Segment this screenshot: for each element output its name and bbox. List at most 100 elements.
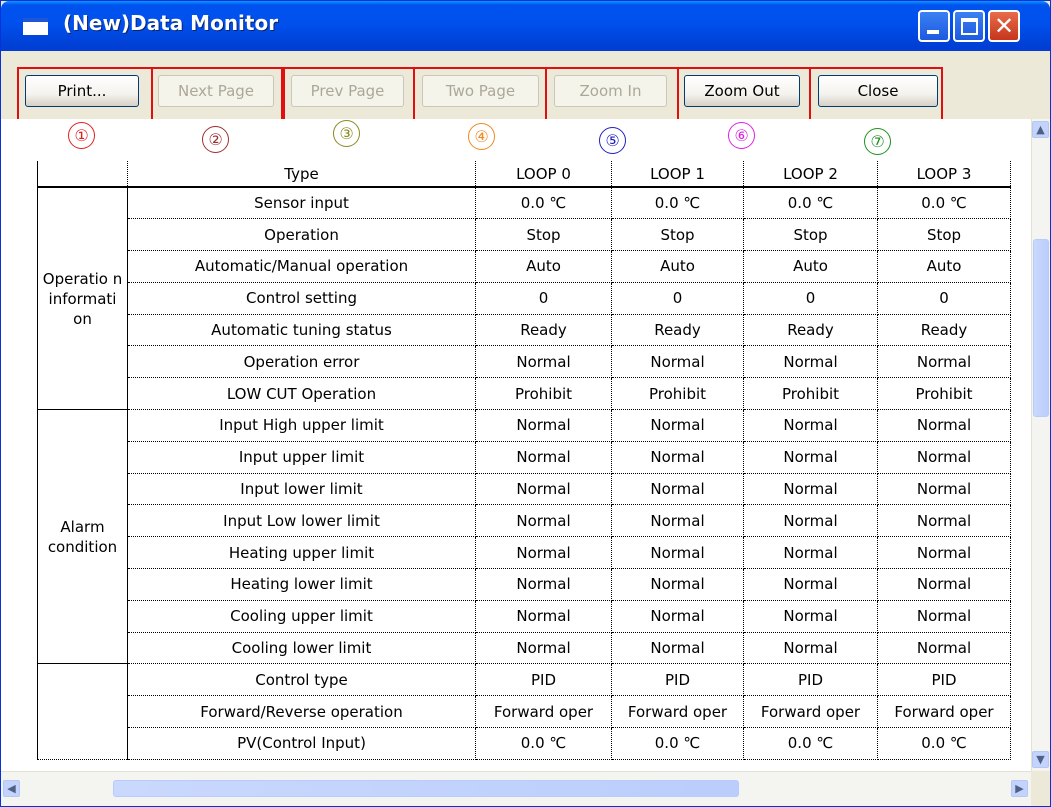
horizontal-scroll-thumb[interactable] — [112, 780, 739, 797]
value-cell: Normal — [877, 568, 1011, 601]
row-type-label: LOW CUT Operation — [127, 377, 476, 411]
value-cell: 0.0 ℃ — [743, 186, 878, 220]
value-cell: Ready — [611, 313, 744, 347]
row-type-label: Control type — [127, 663, 476, 697]
callout-badge-2: ② — [202, 126, 229, 153]
value-cell: 0 — [743, 281, 878, 315]
group-label: Alarm condition — [37, 409, 128, 665]
table-row: Operation Stop Stop Stop Stop — [38, 218, 1011, 252]
value-cell: Normal — [743, 345, 878, 379]
value-cell: Normal — [611, 440, 744, 474]
value-cell: PID — [743, 663, 878, 697]
row-type-label: Heating upper limit — [127, 536, 476, 570]
value-cell: 0.0 ℃ — [611, 727, 744, 760]
value-cell: 0.0 ℃ — [475, 186, 612, 220]
value-cell: 0.0 ℃ — [877, 186, 1011, 220]
zoom-out-button[interactable]: Zoom Out — [684, 75, 800, 107]
value-cell: Stop — [877, 218, 1011, 252]
row-type-label: Automatic tuning status — [127, 313, 476, 347]
value-cell: Normal — [611, 599, 744, 633]
row-type-label: Input High upper limit — [127, 409, 476, 442]
value-cell: Normal — [475, 631, 612, 665]
report-view: Type LOOP 0 LOOP 1 LOOP 2 LOOP 3 Operatio n i… — [1, 119, 1031, 771]
next-page-button[interactable]: Next Page — [158, 75, 274, 107]
scroll-up-button[interactable]: ▲ — [1032, 121, 1049, 138]
value-cell: Normal — [611, 345, 744, 379]
value-cell: Normal — [475, 440, 612, 474]
group-label — [37, 663, 128, 760]
callout-badge-5: ⑤ — [599, 127, 626, 154]
value-cell: 0.0 ℃ — [743, 727, 878, 760]
value-cell: Normal — [743, 409, 878, 442]
table-row: Cooling lower limit Normal Normal Normal Nor… — [38, 631, 1011, 665]
size-grip[interactable] — [1031, 771, 1050, 806]
row-type-label: Input lower limit — [127, 472, 476, 506]
title-bar[interactable]: (New)Data Monitor ✕ — [1, 1, 1050, 51]
data-table: Type LOOP 0 LOOP 1 LOOP 2 LOOP 3 Operatio n i… — [37, 161, 1011, 760]
value-cell: Ready — [743, 313, 878, 347]
table-row: Cooling upper limit Normal Normal Normal Nor… — [38, 599, 1011, 633]
value-cell: Normal — [877, 472, 1011, 506]
callout-badge-1: ① — [68, 122, 95, 149]
value-cell: Prohibit — [743, 377, 878, 411]
table-row: Input upper limit Normal Normal Normal Norma… — [38, 440, 1011, 474]
row-type-label: Operation error — [127, 345, 476, 379]
table-row: Automatic tuning status Ready Ready Ready Re… — [38, 313, 1011, 347]
value-cell: Normal — [611, 504, 744, 538]
scroll-left-button[interactable]: ◀ — [3, 780, 20, 797]
value-cell: Stop — [743, 218, 878, 252]
prev-page-button[interactable]: Prev Page — [291, 75, 404, 107]
vertical-scrollbar[interactable]: ▲ ▼ — [1031, 119, 1050, 771]
value-cell: Ready — [877, 313, 1011, 347]
row-type-label: Input upper limit — [127, 440, 476, 474]
row-type-label: Automatic/Manual operation — [127, 250, 476, 283]
two-page-button[interactable]: Two Page — [422, 75, 539, 107]
value-cell: Normal — [877, 536, 1011, 570]
header-cell: LOOP 2 — [743, 161, 878, 188]
callout-badge-6: ⑥ — [728, 122, 755, 149]
table-row: Input lower limit Normal Normal Normal Norma… — [38, 472, 1011, 506]
value-cell: Normal — [743, 568, 878, 601]
table-row: Forward/Reverse operation Forward oper For… — [38, 695, 1011, 729]
value-cell: 0 — [877, 281, 1011, 315]
value-cell: Normal — [475, 504, 612, 538]
table-row: Automatic/Manual operation Auto Auto Auto Au… — [38, 250, 1011, 283]
table-row: Heating upper limit Normal Normal Normal Nor… — [38, 536, 1011, 570]
value-cell: Normal — [743, 631, 878, 665]
value-cell: Auto — [877, 250, 1011, 283]
value-cell: Prohibit — [877, 377, 1011, 411]
table-row: Alarm condition Input High upper limit Nor… — [37, 409, 1011, 665]
row-type-label: Forward/Reverse operation — [127, 695, 476, 729]
maximize-button[interactable] — [953, 10, 985, 42]
value-cell: Forward oper — [475, 695, 612, 729]
value-cell: Normal — [877, 631, 1011, 665]
row-type-label: PV(Control Input) — [127, 727, 476, 760]
header-cell: LOOP 3 — [877, 161, 1011, 188]
table-row: Operatio n informati on Sensor input 0.0 ℃… — [37, 186, 1011, 411]
toolbar: Print... Next Page Prev Page Two Page Zo… — [1, 51, 1050, 119]
value-cell: 0.0 ℃ — [611, 186, 744, 220]
value-cell: 0 — [611, 281, 744, 315]
horizontal-scrollbar[interactable]: ◀ ▶ — [1, 771, 1031, 806]
value-cell: Normal — [475, 472, 612, 506]
header-cell: LOOP 1 — [611, 161, 744, 188]
print-button[interactable]: Print... — [25, 75, 139, 107]
window-icon — [23, 18, 48, 35]
value-cell: Ready — [475, 313, 612, 347]
value-cell: PID — [877, 663, 1011, 697]
row-type-label: Operation — [127, 218, 476, 252]
value-cell: Normal — [877, 409, 1011, 442]
close-window-button[interactable]: ✕ — [988, 10, 1020, 42]
close-button[interactable]: Close — [818, 75, 938, 107]
minimize-icon — [927, 30, 939, 34]
group-label: Operatio n informati on — [37, 186, 128, 411]
vertical-scroll-thumb[interactable] — [1033, 238, 1049, 417]
zoom-in-button[interactable]: Zoom In — [554, 75, 667, 107]
minimize-button[interactable] — [918, 10, 950, 42]
window-title: (New)Data Monitor — [63, 11, 279, 35]
scroll-down-button[interactable]: ▼ — [1032, 751, 1049, 768]
value-cell: Normal — [743, 599, 878, 633]
scroll-right-button[interactable]: ▶ — [1011, 780, 1028, 797]
value-cell: 0.0 ℃ — [877, 727, 1011, 760]
header-cell — [37, 161, 128, 188]
